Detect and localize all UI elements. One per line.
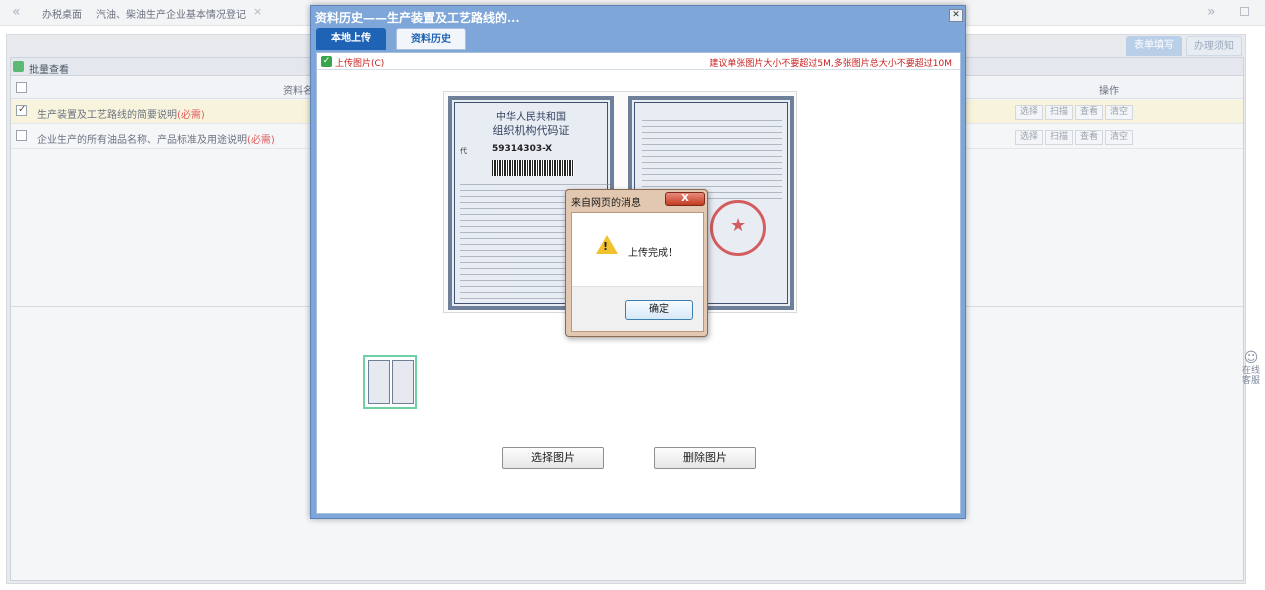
online-label[interactable]: 在线 [1240, 366, 1262, 376]
batch-view-label[interactable]: 批量查看 [29, 61, 69, 76]
barcode-graphic [492, 160, 574, 176]
required-badge: (必需) [247, 135, 275, 146]
tab-instructions[interactable]: 办理须知 [1186, 36, 1242, 56]
column-header-ops: 操作 [1099, 86, 1119, 97]
row-label: 生产装置及工艺路线的简要说明 [37, 110, 177, 121]
column-header-name: 资料名 [283, 86, 313, 97]
online-service[interactable]: ☺ 在线 客服 [1240, 350, 1262, 386]
official-seal-icon [710, 200, 766, 256]
scan-action-button[interactable]: 扫描 [1045, 105, 1074, 120]
image-thumbnail[interactable] [363, 355, 417, 409]
select-all-checkbox[interactable] [16, 82, 27, 93]
certificate-notes-lines [642, 120, 782, 200]
select-action-button[interactable]: 选择 [1015, 105, 1044, 120]
row-actions: 选择 扫描 查看 清空 [1015, 129, 1135, 145]
dialog-title: 资料历史——生产装置及工艺路线的... [315, 11, 520, 25]
service-label[interactable]: 客服 [1240, 376, 1262, 386]
clear-action-button[interactable]: 清空 [1105, 105, 1134, 120]
tab-local-upload[interactable]: 本地上传 [316, 28, 386, 50]
scan-action-button[interactable]: 扫描 [1045, 130, 1074, 145]
double-left-arrow-icon[interactable]: « [12, 4, 21, 20]
row-label: 企业生产的所有油品名称、产品标准及用途说明 [37, 135, 247, 146]
certificate-title-line1: 中华人民共和国 [496, 112, 566, 123]
alert-close-icon[interactable]: X [665, 192, 705, 206]
tab-registration[interactable]: 汽油、柴油生产企业基本情况登记 [96, 6, 246, 21]
required-badge: (必需) [177, 110, 205, 121]
row-checkbox[interactable] [16, 104, 27, 116]
thumbnail-page-icon [368, 360, 390, 404]
size-hint: 建议单张图片大小不要超过5M,多张图片总大小不要超过10M [709, 59, 952, 69]
row-checkbox[interactable] [16, 130, 27, 141]
upload-checkbox[interactable]: ✓ [321, 56, 332, 67]
tab-form-fill[interactable]: 表单填写 [1126, 36, 1182, 56]
thumbnail-page-icon [392, 360, 414, 404]
clear-action-button[interactable]: 清空 [1105, 130, 1134, 145]
alert-message: 上传完成！ [628, 248, 678, 259]
row-actions: 选择 扫描 查看 清空 [1015, 104, 1135, 120]
select-action-button[interactable]: 选择 [1015, 130, 1044, 145]
organization-code: 59314303-X [492, 144, 553, 154]
tab-close-icon[interactable]: × [253, 5, 262, 18]
double-right-arrow-icon[interactable]: » [1207, 4, 1216, 20]
alert-title: 来自网页的消息 [571, 198, 641, 209]
batch-view-icon[interactable] [13, 61, 24, 72]
view-action-button[interactable]: 查看 [1075, 130, 1104, 145]
upload-bar: ✓ 上传图片(C) 建议单张图片大小不要超过5M,多张图片总大小不要超过10M [317, 53, 960, 70]
agent-icon[interactable]: ☺ [1240, 350, 1262, 366]
ok-button[interactable]: 确定 [625, 300, 693, 320]
certificate-title-line2: 组织机构代码证 [492, 124, 570, 137]
tab-desktop[interactable]: 办税桌面 [42, 6, 82, 21]
select-image-button[interactable]: 选择图片 [502, 447, 604, 469]
close-icon[interactable]: ✕ [949, 9, 963, 22]
warning-mark: ! [603, 240, 609, 253]
webpage-message-dialog: 来自网页的消息 X ! 上传完成！ 确定 [565, 189, 708, 337]
code-prefix: 代 [460, 147, 467, 155]
view-action-button[interactable]: 查看 [1075, 105, 1104, 120]
restore-window-icon[interactable] [1240, 7, 1249, 16]
delete-image-button[interactable]: 删除图片 [654, 447, 756, 469]
upload-label[interactable]: 上传图片(C) [335, 56, 384, 69]
tab-materials-history[interactable]: 资料历史 [396, 28, 466, 50]
